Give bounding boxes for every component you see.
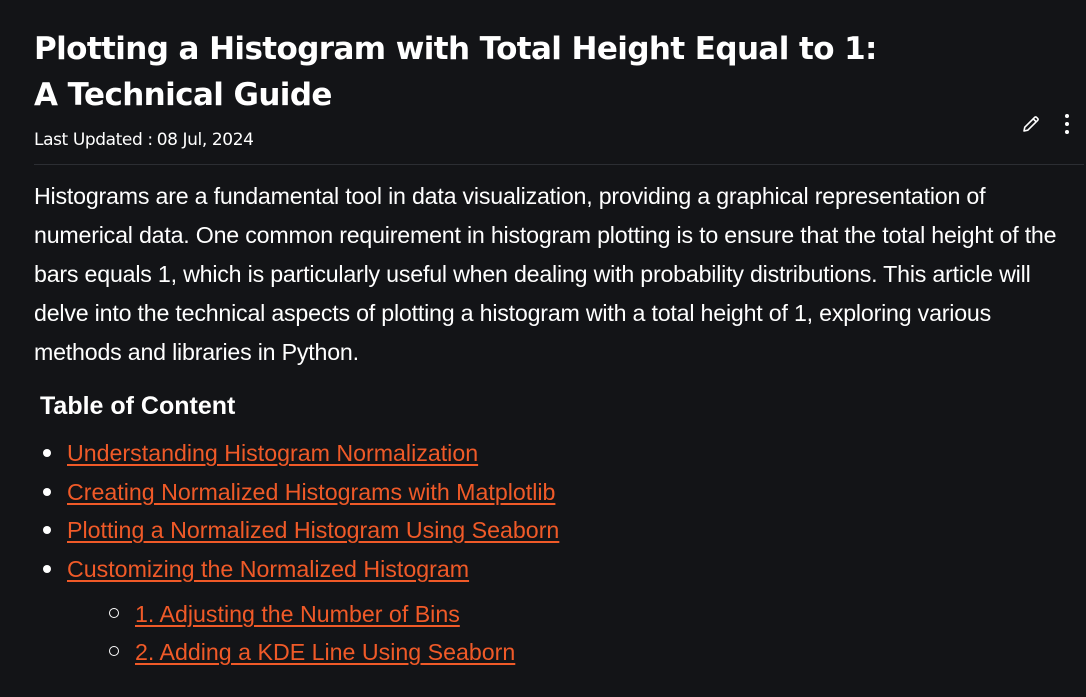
pencil-icon [1023, 116, 1039, 132]
article-intro: Histograms are a fundamental tool in dat… [34, 183, 1057, 365]
edit-button[interactable] [1020, 112, 1042, 136]
toc-item: Customizing the Normalized Histogram [34, 550, 559, 589]
article-header: Plotting a Histogram with Total Height E… [34, 26, 1084, 165]
toc-link-seaborn[interactable]: Plotting a Normalized Histogram Using Se… [67, 517, 559, 543]
article-actions [1020, 112, 1078, 136]
article-title: Plotting a Histogram with Total Height E… [34, 31, 877, 113]
hollow-bullet-icon [109, 608, 119, 618]
toc-sublist: 1. Adjusting the Number of Bins 2. Addin… [102, 595, 515, 671]
bullet-icon [43, 487, 51, 496]
toc-link-number-of-bins[interactable]: 1. Adjusting the Number of Bins [135, 601, 460, 627]
toc-link-understanding-normalization[interactable]: Understanding Histogram Normalization [67, 440, 478, 466]
more-options-button[interactable] [1056, 112, 1078, 136]
last-updated: Last Updated :08 Jul, 2024 [34, 128, 254, 152]
toc-subitem: 2. Adding a KDE Line Using Seaborn [102, 633, 515, 671]
toc-item: Creating Normalized Histograms with Matp… [34, 473, 559, 512]
last-updated-date: 08 Jul, 2024 [156, 130, 254, 150]
kebab-menu-icon [1065, 114, 1069, 134]
toc-item: Understanding Histogram Normalization [34, 434, 559, 473]
bullet-icon [43, 564, 51, 573]
toc-link-matplotlib[interactable]: Creating Normalized Histograms with Matp… [67, 479, 555, 505]
toc-subitem: 1. Adjusting the Number of Bins [102, 595, 515, 633]
toc-title: Table of Content [40, 392, 236, 420]
article-page: Plotting a Histogram with Total Height E… [0, 0, 1086, 697]
bullet-icon [43, 449, 51, 457]
toc-link-kde-line[interactable]: 2. Adding a KDE Line Using Seaborn [135, 639, 515, 665]
toc-item: Plotting a Normalized Histogram Using Se… [34, 511, 559, 550]
bullet-icon [43, 526, 51, 534]
toc-list: Understanding Histogram Normalization Cr… [34, 434, 559, 588]
hollow-bullet-icon [109, 646, 119, 656]
last-updated-label: Last Updated : [34, 130, 153, 150]
toc-link-customizing[interactable]: Customizing the Normalized Histogram [67, 556, 469, 582]
